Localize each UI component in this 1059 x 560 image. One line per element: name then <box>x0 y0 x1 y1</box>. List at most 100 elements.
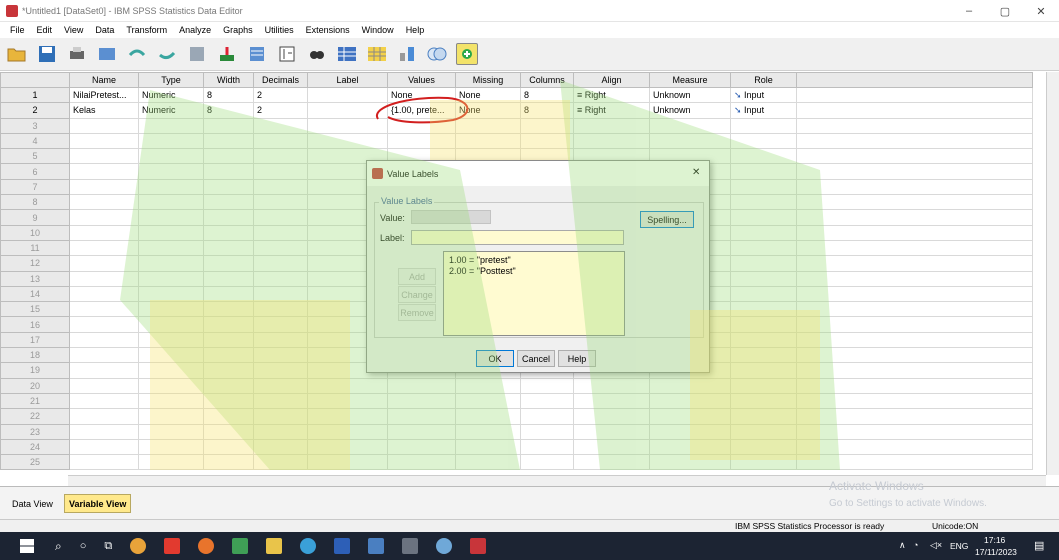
dialog-recall-icon[interactable] <box>96 43 118 65</box>
empty-cell[interactable] <box>69 438 139 456</box>
empty-cell[interactable] <box>649 132 731 150</box>
row-number[interactable]: 20 <box>0 377 70 394</box>
value-labels-icon[interactable] <box>426 43 448 65</box>
dialog-close-button[interactable]: ✕ <box>692 167 700 178</box>
empty-cell[interactable] <box>138 194 204 211</box>
empty-cell[interactable] <box>69 194 139 211</box>
empty-cell[interactable] <box>69 423 139 440</box>
empty-cell[interactable] <box>138 239 204 257</box>
menu-edit[interactable]: Edit <box>31 25 59 35</box>
change-button[interactable]: Change <box>398 286 436 303</box>
cell-type[interactable]: Numeric <box>138 102 204 119</box>
mail-icon[interactable] <box>368 538 385 554</box>
task-view-icon[interactable]: ⧉ <box>104 540 112 553</box>
youtube-icon[interactable] <box>164 538 181 554</box>
use-sets-icon[interactable] <box>456 43 478 65</box>
split-file-icon[interactable] <box>396 43 418 65</box>
empty-cell[interactable] <box>138 224 204 241</box>
empty-cell[interactable] <box>203 454 254 471</box>
vertical-scrollbar[interactable] <box>1046 72 1059 475</box>
empty-cell[interactable] <box>69 224 139 241</box>
empty-cell[interactable] <box>730 347 797 364</box>
empty-cell[interactable] <box>203 239 254 257</box>
empty-cell[interactable] <box>387 454 456 471</box>
empty-cell[interactable] <box>253 239 308 257</box>
empty-cell[interactable] <box>203 423 254 440</box>
row-number[interactable]: 21 <box>0 392 70 410</box>
empty-cell[interactable] <box>253 132 308 150</box>
empty-cell[interactable] <box>730 377 797 394</box>
empty-cell[interactable] <box>69 377 139 394</box>
empty-cell[interactable] <box>138 331 204 349</box>
cell-columns[interactable]: 8 <box>520 102 574 119</box>
close-button[interactable]: ✕ <box>1023 0 1059 22</box>
empty-cell[interactable] <box>520 392 574 410</box>
empty-cell[interactable] <box>203 362 254 379</box>
empty-cell[interactable] <box>69 178 139 196</box>
cell-role[interactable]: ➘ Input <box>730 86 797 104</box>
empty-cell[interactable] <box>138 316 204 333</box>
column-header[interactable]: Width <box>203 72 254 88</box>
empty-cell[interactable] <box>138 377 204 394</box>
empty-cell[interactable] <box>730 301 797 318</box>
empty-cell[interactable] <box>138 163 204 180</box>
tray-chevron-icon[interactable]: ∧ <box>899 540 906 551</box>
empty-cell[interactable] <box>730 209 797 226</box>
empty-cell[interactable] <box>69 148 139 165</box>
empty-cell[interactable] <box>307 377 388 394</box>
label-input[interactable] <box>411 230 624 245</box>
remove-button[interactable]: Remove <box>398 304 436 321</box>
empty-cell[interactable] <box>203 392 254 410</box>
cancel-button[interactable]: Cancel <box>517 350 555 367</box>
empty-cell[interactable] <box>138 285 204 303</box>
cell-align[interactable]: ≡ Right <box>573 86 650 104</box>
empty-cell[interactable] <box>138 132 204 150</box>
row-number[interactable]: 5 <box>0 148 70 165</box>
empty-cell[interactable] <box>307 132 388 150</box>
empty-cell[interactable] <box>203 148 254 165</box>
empty-cell[interactable] <box>138 423 204 440</box>
empty-cell[interactable] <box>138 454 204 471</box>
cortana-icon[interactable]: ○ <box>80 540 87 552</box>
clock-time[interactable]: 17:16 <box>984 535 1005 545</box>
row-number[interactable]: 12 <box>0 255 70 272</box>
empty-cell[interactable] <box>387 377 456 394</box>
chrome-icon[interactable] <box>130 538 147 554</box>
row-number[interactable]: 14 <box>0 285 70 303</box>
open-folder-icon[interactable] <box>6 43 28 65</box>
empty-cell[interactable] <box>138 301 204 318</box>
empty-cell[interactable] <box>455 377 521 394</box>
empty-cell[interactable] <box>138 270 204 287</box>
empty-cell[interactable] <box>730 270 797 287</box>
row-number[interactable]: 18 <box>0 347 70 364</box>
edge-icon[interactable] <box>300 538 317 554</box>
run-descriptives-icon[interactable] <box>276 43 298 65</box>
empty-cell[interactable] <box>69 316 139 333</box>
empty-cell[interactable] <box>203 270 254 287</box>
empty-cell[interactable] <box>69 331 139 349</box>
empty-cell[interactable] <box>520 454 574 471</box>
empty-cell[interactable] <box>69 285 139 303</box>
empty-cell[interactable] <box>253 148 308 165</box>
empty-cell[interactable] <box>253 347 308 364</box>
empty-cell[interactable] <box>730 316 797 333</box>
empty-cell[interactable] <box>203 255 254 272</box>
empty-cell[interactable] <box>203 285 254 303</box>
column-header[interactable]: Align <box>573 72 650 88</box>
empty-cell[interactable] <box>69 301 139 318</box>
row-number[interactable]: 9 <box>0 209 70 226</box>
empty-cell[interactable] <box>387 423 456 440</box>
empty-cell[interactable] <box>455 423 521 440</box>
empty-cell[interactable] <box>203 194 254 211</box>
menu-view[interactable]: View <box>58 25 89 35</box>
empty-cell[interactable] <box>138 408 204 425</box>
empty-cell[interactable] <box>69 454 139 471</box>
empty-cell[interactable] <box>307 408 388 425</box>
insert-variable-icon[interactable] <box>366 43 388 65</box>
language-indicator[interactable]: ENG <box>950 541 968 551</box>
empty-cell[interactable] <box>253 301 308 318</box>
row-number[interactable]: 1 <box>0 86 70 104</box>
menu-help[interactable]: Help <box>400 25 431 35</box>
row-number[interactable]: 4 <box>0 132 70 150</box>
empty-cell[interactable] <box>203 301 254 318</box>
